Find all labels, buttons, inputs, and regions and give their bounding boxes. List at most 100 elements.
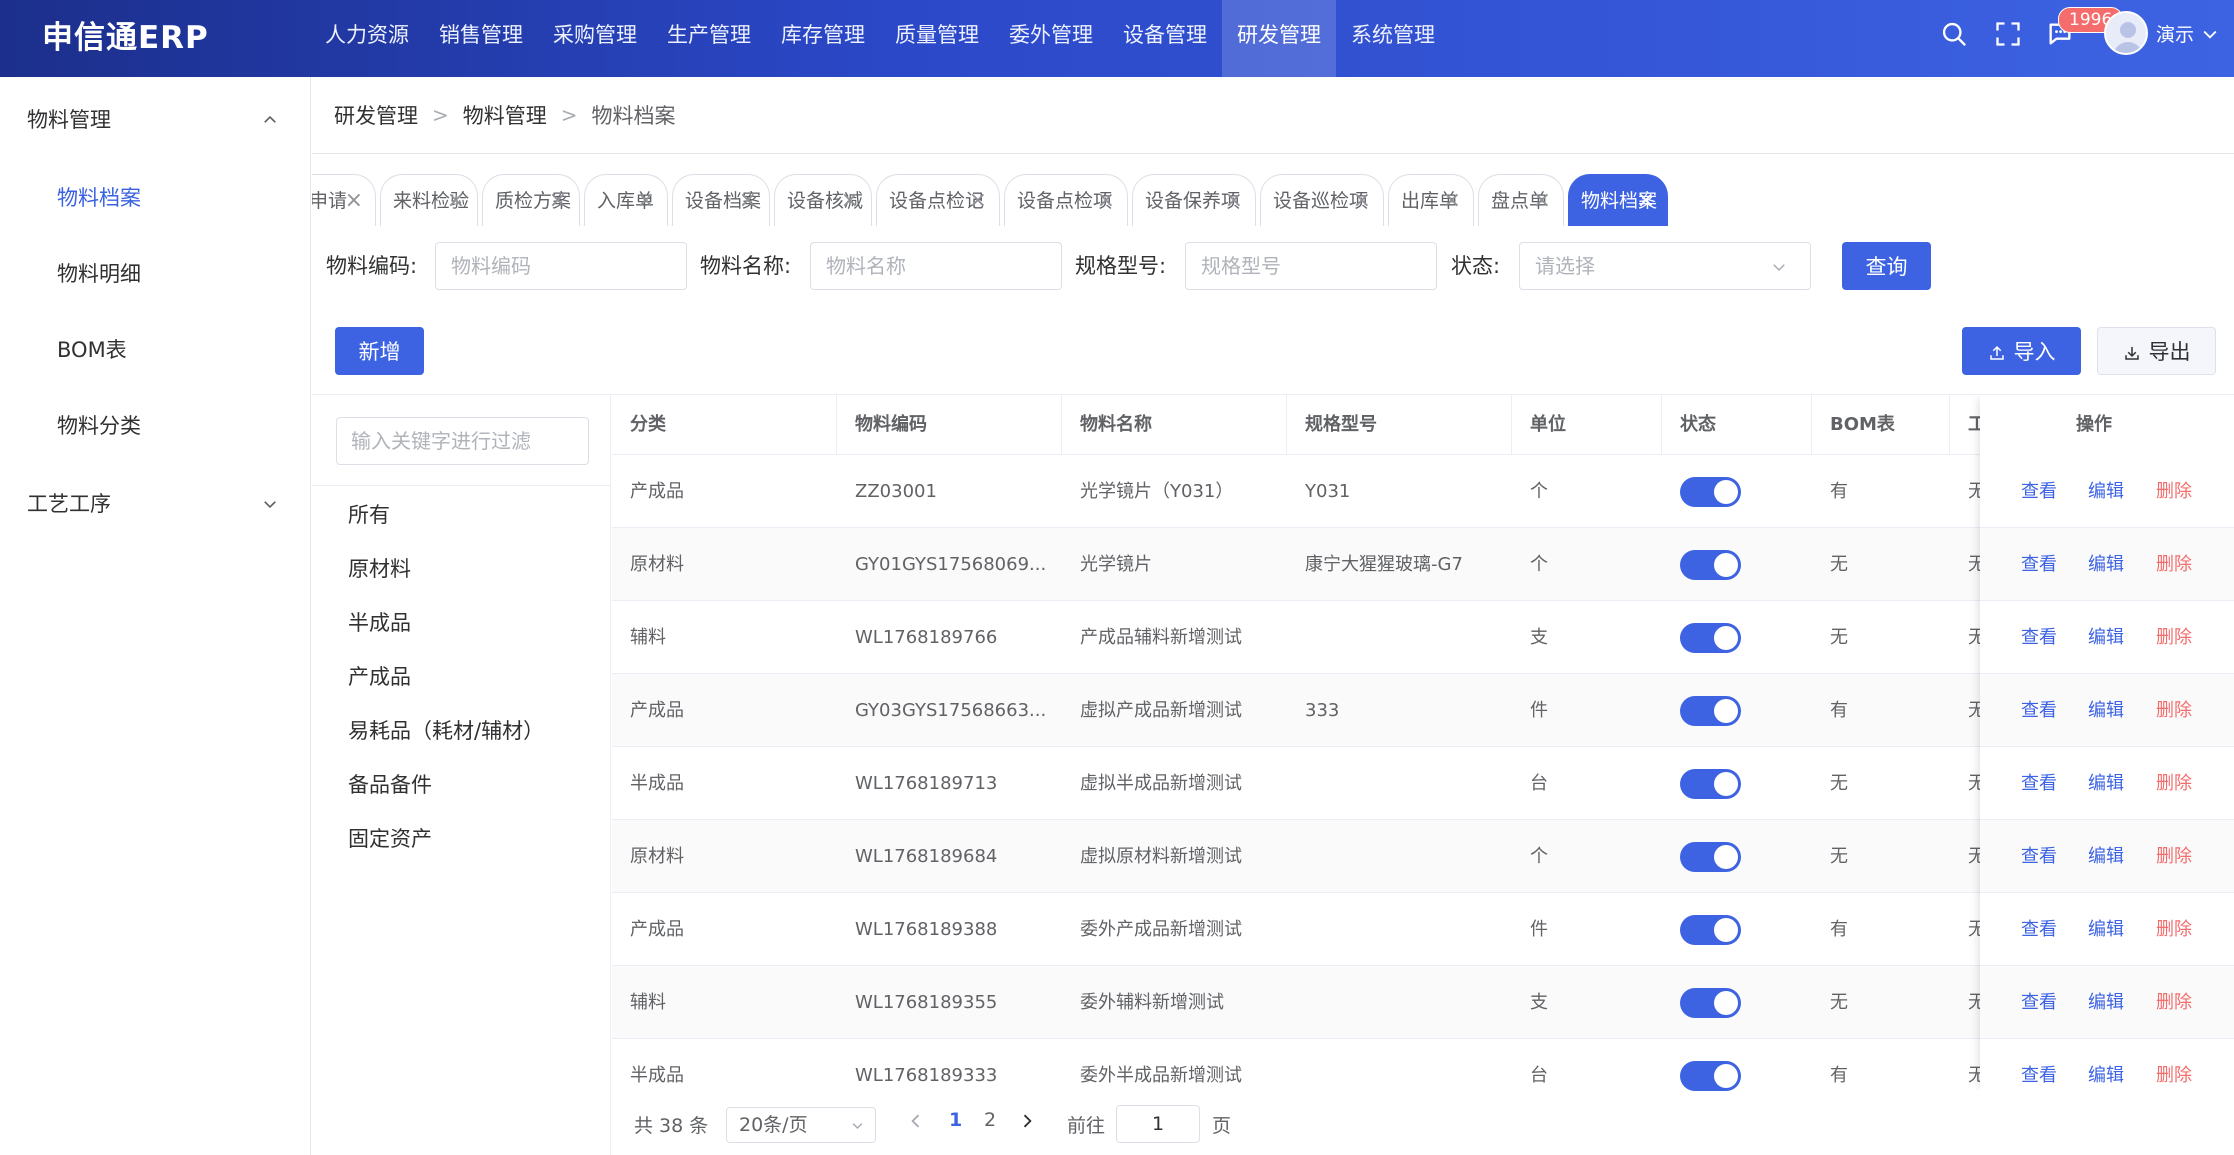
edit-link[interactable]: 编辑 bbox=[2088, 455, 2124, 528]
topnav-inventory[interactable]: 库存管理 bbox=[766, 0, 880, 77]
close-icon[interactable]: × bbox=[1637, 175, 1655, 226]
view-link[interactable]: 查看 bbox=[2021, 1039, 2057, 1091]
edit-link[interactable]: 编辑 bbox=[2088, 674, 2124, 747]
category-item-semi[interactable]: 半成品 bbox=[348, 608, 411, 638]
delete-link[interactable]: 删除 bbox=[2156, 455, 2192, 528]
import-button[interactable]: 导入 bbox=[1962, 327, 2081, 375]
close-icon[interactable]: × bbox=[1225, 175, 1243, 226]
category-item-consumable[interactable]: 易耗品（耗材/辅材） bbox=[348, 716, 544, 746]
view-link[interactable]: 查看 bbox=[2021, 674, 2057, 747]
add-button[interactable]: 新增 bbox=[335, 327, 424, 375]
category-item-all[interactable]: 所有 bbox=[348, 500, 390, 530]
category-item-finished[interactable]: 产成品 bbox=[348, 662, 411, 692]
view-link[interactable]: 查看 bbox=[2021, 747, 2057, 820]
tab-material-archive[interactable]: 物料档案 × bbox=[1568, 174, 1668, 226]
tab-apply[interactable]: 申请 × bbox=[312, 174, 376, 226]
spec-input[interactable] bbox=[1185, 242, 1437, 290]
view-link[interactable]: 查看 bbox=[2021, 601, 2057, 674]
sidebar-item-material-detail[interactable]: 物料明细 bbox=[0, 236, 311, 312]
page-number[interactable]: 2 bbox=[984, 1109, 996, 1131]
topnav-system[interactable]: 系统管理 bbox=[1336, 0, 1450, 77]
sidebar-item-material-category[interactable]: 物料分类 bbox=[0, 388, 311, 464]
edit-link[interactable]: 编辑 bbox=[2088, 1039, 2124, 1091]
fullscreen-icon[interactable] bbox=[1994, 20, 2022, 48]
page-number[interactable]: 1 bbox=[949, 1109, 962, 1131]
tab-outbound[interactable]: 出库单 × bbox=[1388, 174, 1474, 226]
tab-equipment-archive[interactable]: 设备档案 × bbox=[672, 174, 770, 226]
edit-link[interactable]: 编辑 bbox=[2088, 601, 2124, 674]
name-input[interactable] bbox=[810, 242, 1062, 290]
view-link[interactable]: 查看 bbox=[2021, 455, 2057, 528]
delete-link[interactable]: 删除 bbox=[2156, 966, 2192, 1039]
edit-link[interactable]: 编辑 bbox=[2088, 528, 2124, 601]
tab-equipment-check-item[interactable]: 设备点检项目× bbox=[1004, 174, 1128, 226]
status-toggle[interactable] bbox=[1680, 623, 1741, 653]
delete-link[interactable]: 删除 bbox=[2156, 747, 2192, 820]
edit-link[interactable]: 编辑 bbox=[2088, 747, 2124, 820]
close-icon[interactable]: × bbox=[969, 175, 987, 226]
tab-qc-plan[interactable]: 质检方案 × bbox=[482, 174, 580, 226]
breadcrumb-item[interactable]: 研发管理 bbox=[334, 100, 418, 130]
edit-link[interactable]: 编辑 bbox=[2088, 820, 2124, 893]
view-link[interactable]: 查看 bbox=[2021, 893, 2057, 966]
topnav-rd[interactable]: 研发管理 bbox=[1222, 0, 1336, 77]
search-icon[interactable] bbox=[1940, 20, 1968, 48]
close-icon[interactable]: × bbox=[1533, 175, 1551, 226]
status-toggle[interactable] bbox=[1680, 1061, 1741, 1091]
status-toggle[interactable] bbox=[1680, 769, 1741, 799]
close-icon[interactable]: × bbox=[1353, 175, 1371, 226]
delete-link[interactable]: 删除 bbox=[2156, 528, 2192, 601]
edit-link[interactable]: 编辑 bbox=[2088, 966, 2124, 1039]
sidebar-group-process[interactable]: 工艺工序 bbox=[0, 464, 311, 544]
category-filter-input[interactable] bbox=[336, 417, 589, 465]
delete-link[interactable]: 删除 bbox=[2156, 601, 2192, 674]
close-icon[interactable]: × bbox=[841, 175, 859, 226]
sidebar-group-material[interactable]: 物料管理 bbox=[0, 80, 311, 160]
tab-stocktake[interactable]: 盘点单 × bbox=[1478, 174, 1564, 226]
topnav-equipment[interactable]: 设备管理 bbox=[1108, 0, 1222, 77]
topnav-quality[interactable]: 质量管理 bbox=[880, 0, 994, 77]
status-toggle[interactable] bbox=[1680, 915, 1741, 945]
tab-equipment-check-record[interactable]: 设备点检记录× bbox=[876, 174, 1000, 226]
username[interactable]: 演示 bbox=[2156, 0, 2194, 70]
view-link[interactable]: 查看 bbox=[2021, 528, 2057, 601]
breadcrumb-item[interactable]: 物料管理 bbox=[463, 100, 547, 130]
category-item-fixed-asset[interactable]: 固定资产 bbox=[348, 824, 432, 854]
chevron-left-icon[interactable] bbox=[906, 1111, 926, 1131]
status-toggle[interactable] bbox=[1680, 842, 1741, 872]
topnav-purchase[interactable]: 采购管理 bbox=[538, 0, 652, 77]
query-button[interactable]: 查询 bbox=[1842, 242, 1931, 290]
close-icon[interactable]: × bbox=[549, 175, 567, 226]
category-item-raw[interactable]: 原材料 bbox=[348, 554, 411, 584]
tab-incoming-inspection[interactable]: 来料检验 × bbox=[380, 174, 478, 226]
close-icon[interactable]: × bbox=[447, 175, 465, 226]
code-input[interactable] bbox=[435, 242, 687, 290]
export-button[interactable]: 导出 bbox=[2097, 327, 2216, 375]
status-toggle[interactable] bbox=[1680, 477, 1741, 507]
close-icon[interactable]: × bbox=[345, 175, 363, 226]
tab-equipment-maintenance[interactable]: 设备保养项目× bbox=[1132, 174, 1256, 226]
status-toggle[interactable] bbox=[1680, 550, 1741, 580]
delete-link[interactable]: 删除 bbox=[2156, 893, 2192, 966]
status-select[interactable] bbox=[1519, 242, 1811, 290]
goto-page-input[interactable] bbox=[1116, 1105, 1200, 1143]
delete-link[interactable]: 删除 bbox=[2156, 1039, 2192, 1091]
chevron-right-icon[interactable] bbox=[1017, 1111, 1037, 1131]
topnav-sales[interactable]: 销售管理 bbox=[424, 0, 538, 77]
tab-equipment-reduction[interactable]: 设备核减 × bbox=[774, 174, 872, 226]
close-icon[interactable]: × bbox=[1097, 175, 1115, 226]
view-link[interactable]: 查看 bbox=[2021, 820, 2057, 893]
sidebar-item-material-archive[interactable]: 物料档案 bbox=[0, 160, 311, 236]
avatar[interactable] bbox=[2104, 11, 2148, 55]
view-link[interactable]: 查看 bbox=[2021, 966, 2057, 1039]
delete-link[interactable]: 删除 bbox=[2156, 820, 2192, 893]
edit-link[interactable]: 编辑 bbox=[2088, 893, 2124, 966]
status-toggle[interactable] bbox=[1680, 696, 1741, 726]
tab-equipment-patrol[interactable]: 设备巡检项目× bbox=[1260, 174, 1384, 226]
close-icon[interactable]: × bbox=[637, 175, 655, 226]
page-size-select[interactable]: 20条/页 bbox=[726, 1107, 876, 1143]
close-icon[interactable]: × bbox=[739, 175, 757, 226]
topnav-outsourcing[interactable]: 委外管理 bbox=[994, 0, 1108, 77]
topnav-production[interactable]: 生产管理 bbox=[652, 0, 766, 77]
chevron-down-icon[interactable] bbox=[2200, 24, 2220, 44]
